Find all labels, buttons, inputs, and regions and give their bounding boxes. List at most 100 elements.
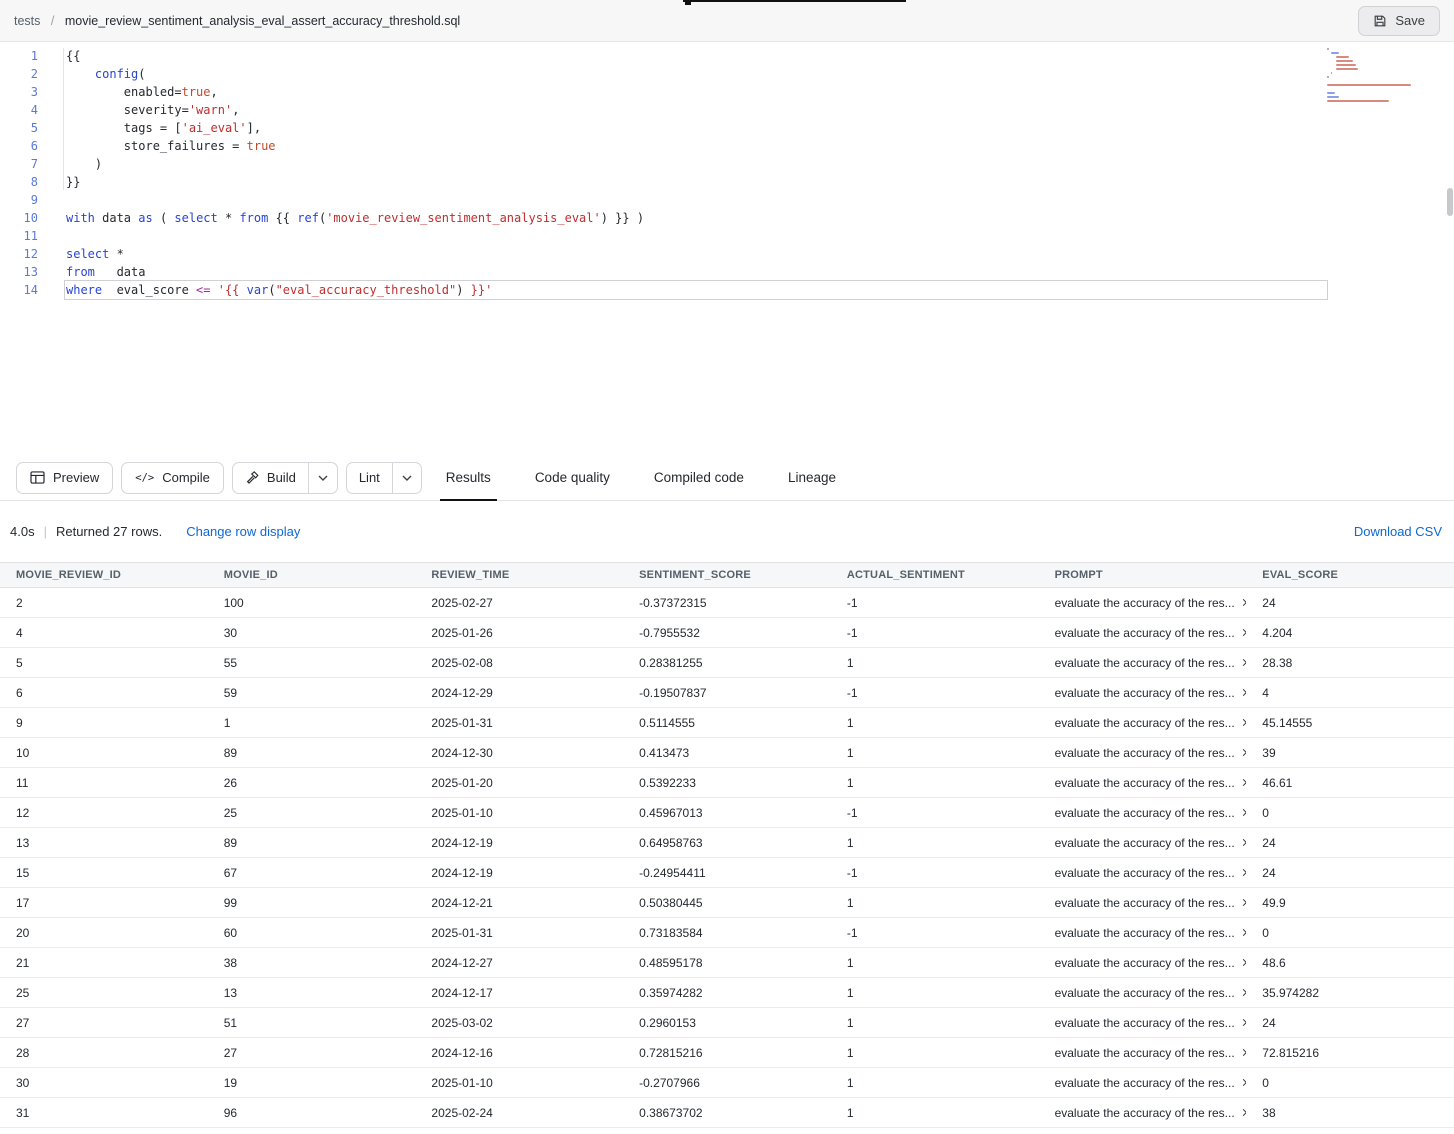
table-row: 17992024-12-210.503804451evaluate the ac… xyxy=(0,888,1454,918)
prompt-text: evaluate the accuracy of the res... xyxy=(1055,1046,1235,1060)
line-number: 12 xyxy=(0,245,38,263)
code-line[interactable]: 10with data as ( select * from {{ ref('m… xyxy=(0,209,1454,227)
table-cell: 99 xyxy=(208,896,416,910)
column-header-movie-id: MOVIE_ID xyxy=(208,569,416,581)
prompt-cell: evaluate the accuracy of the res... xyxy=(1039,716,1247,730)
code-line[interactable]: 14where eval_score <= '{{ var("eval_accu… xyxy=(0,281,1454,299)
table-cell: 1 xyxy=(831,776,1039,790)
breadcrumb-root: tests xyxy=(14,14,40,28)
table-cell: -1 xyxy=(831,806,1039,820)
minimap[interactable] xyxy=(1327,48,1445,104)
table-cell: 2025-01-10 xyxy=(415,1076,623,1090)
tab-lineage[interactable]: Lineage xyxy=(782,455,842,500)
table-cell: 26 xyxy=(208,776,416,790)
table-cell: 1 xyxy=(831,1016,1039,1030)
minimap-line xyxy=(1336,56,1350,58)
table-cell: 0.413473 xyxy=(623,746,831,760)
table-cell: -1 xyxy=(831,626,1039,640)
compile-label: Compile xyxy=(162,470,210,485)
column-header-movie-review-id: MOVIE_REVIEW_ID xyxy=(0,569,208,581)
lint-button[interactable]: Lint xyxy=(347,463,393,493)
build-dropdown-toggle[interactable] xyxy=(309,463,337,493)
table-cell: 2 xyxy=(0,596,208,610)
table-row: 13892024-12-190.649587631evaluate the ac… xyxy=(0,828,1454,858)
table-row: 20602025-01-310.73183584-1evaluate the a… xyxy=(0,918,1454,948)
code-line[interactable]: 9 xyxy=(0,191,1454,209)
editor-lines: 1{{2 config(3 enabled=true,4 severity='w… xyxy=(0,42,1454,299)
table-cell: 2025-02-24 xyxy=(415,1106,623,1120)
editor-scrollbar[interactable] xyxy=(1447,188,1453,216)
table-cell: 0.2960153 xyxy=(623,1016,831,1030)
prompt-cell: evaluate the accuracy of the res... xyxy=(1039,1016,1247,1030)
preview-label: Preview xyxy=(53,470,99,485)
code-line[interactable]: 3 enabled=true, xyxy=(0,83,1454,101)
table-cell: 19 xyxy=(208,1076,416,1090)
prompt-cell: evaluate the accuracy of the res... xyxy=(1039,596,1247,610)
code-text: from data xyxy=(38,263,145,281)
table-cell: 1 xyxy=(831,956,1039,970)
tab-results[interactable]: Results xyxy=(440,455,497,500)
table-cell: 6 xyxy=(0,686,208,700)
table-cell: 2025-02-08 xyxy=(415,656,623,670)
code-line[interactable]: 11 xyxy=(0,227,1454,245)
build-button[interactable]: Build xyxy=(233,463,309,493)
table-cell: 25 xyxy=(0,986,208,1000)
table-cell: 20 xyxy=(0,926,208,940)
table-cell: 2025-01-10 xyxy=(415,806,623,820)
prompt-text: evaluate the accuracy of the res... xyxy=(1055,656,1235,670)
compile-button[interactable]: </> Compile xyxy=(121,462,224,494)
table-cell: 45.14555 xyxy=(1246,716,1454,730)
table-cell: 21 xyxy=(0,956,208,970)
chevron-down-icon xyxy=(402,475,412,481)
table-cell: 1 xyxy=(831,986,1039,1000)
table-cell: 0 xyxy=(1246,1076,1454,1090)
table-cell: 72.815216 xyxy=(1246,1046,1454,1060)
code-line[interactable]: 12select * xyxy=(0,245,1454,263)
download-csv-link[interactable]: Download CSV xyxy=(1354,524,1444,539)
change-row-display-link[interactable]: Change row display xyxy=(186,524,300,539)
prompt-cell: evaluate the accuracy of the res... xyxy=(1039,1106,1247,1120)
editor-actions: Preview </> Compile Build xyxy=(16,455,422,500)
save-icon xyxy=(1373,14,1387,28)
tab-compiled-code[interactable]: Compiled code xyxy=(648,455,750,500)
code-line[interactable]: 5 tags = ['ai_eval'], xyxy=(0,119,1454,137)
code-line[interactable]: 7 ) xyxy=(0,155,1454,173)
code-line[interactable]: 4 severity='warn', xyxy=(0,101,1454,119)
code-editor[interactable]: 1{{2 config(3 enabled=true,4 severity='w… xyxy=(0,42,1454,455)
line-number: 5 xyxy=(0,119,38,137)
table-cell: 2024-12-27 xyxy=(415,956,623,970)
code-line[interactable]: 1{{ xyxy=(0,47,1454,65)
column-header-sentiment-score: SENTIMENT_SCORE xyxy=(623,569,831,581)
table-cell: 89 xyxy=(208,746,416,760)
prompt-cell: evaluate the accuracy of the res... xyxy=(1039,626,1247,640)
table-cell: 39 xyxy=(1246,746,1454,760)
tab-label: Code quality xyxy=(535,470,610,485)
code-line[interactable]: 2 config( xyxy=(0,65,1454,83)
prompt-cell: evaluate the accuracy of the res... xyxy=(1039,866,1247,880)
save-button[interactable]: Save xyxy=(1358,6,1440,36)
table-cell: 27 xyxy=(208,1046,416,1060)
query-duration: 4.0s xyxy=(10,524,35,539)
code-line[interactable]: 6 store_failures = true xyxy=(0,137,1454,155)
column-header-review-time: REVIEW_TIME xyxy=(415,569,623,581)
prompt-text: evaluate the accuracy of the res... xyxy=(1055,776,1235,790)
build-hammer-icon xyxy=(245,471,259,485)
table-row: 4302025-01-26-0.7955532-1evaluate the ac… xyxy=(0,618,1454,648)
code-text: config( xyxy=(38,65,146,83)
prompt-cell: evaluate the accuracy of the res... xyxy=(1039,956,1247,970)
minimap-line xyxy=(1331,72,1332,74)
lint-dropdown-toggle[interactable] xyxy=(393,463,421,493)
prompt-cell: evaluate the accuracy of the res... xyxy=(1039,686,1247,700)
tab-code-quality[interactable]: Code quality xyxy=(529,455,616,500)
code-line[interactable]: 13from data xyxy=(0,263,1454,281)
table-cell: 59 xyxy=(208,686,416,700)
prompt-text: evaluate the accuracy of the res... xyxy=(1055,836,1235,850)
minimap-line xyxy=(1327,100,1389,102)
prompt-cell: evaluate the accuracy of the res... xyxy=(1039,1046,1247,1060)
preview-button[interactable]: Preview xyxy=(16,462,113,494)
code-line[interactable]: 8}} xyxy=(0,173,1454,191)
prompt-text: evaluate the accuracy of the res... xyxy=(1055,1016,1235,1030)
table-cell: 0.64958763 xyxy=(623,836,831,850)
table-cell: 28 xyxy=(0,1046,208,1060)
prompt-text: evaluate the accuracy of the res... xyxy=(1055,866,1235,880)
